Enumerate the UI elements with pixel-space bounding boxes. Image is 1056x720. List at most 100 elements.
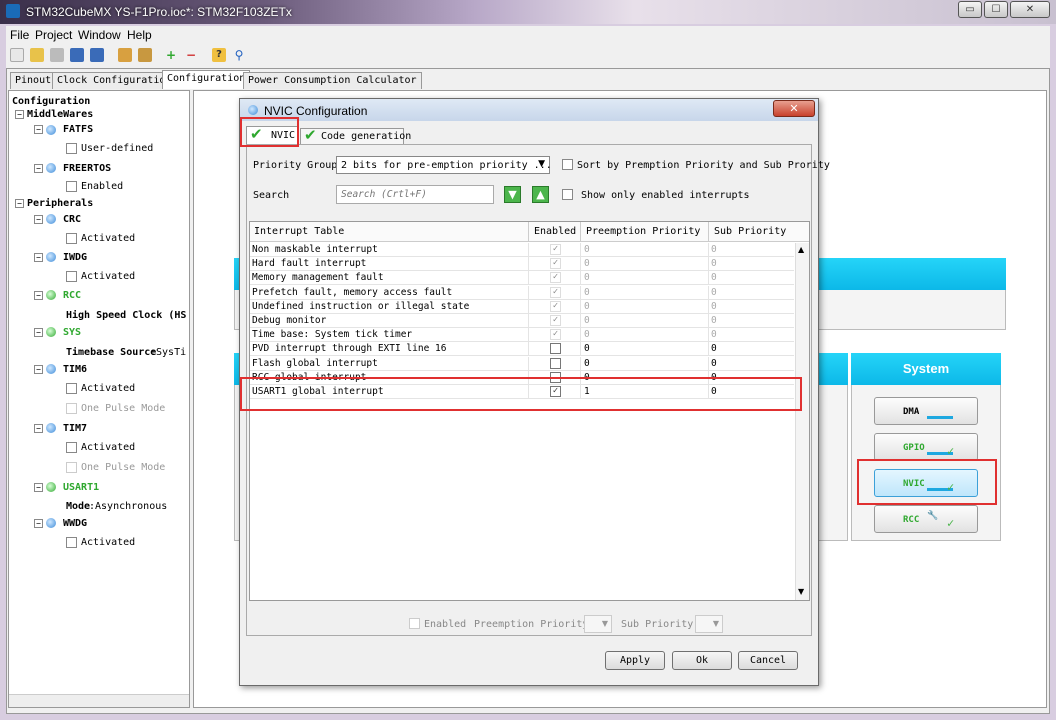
- save-icon[interactable]: [70, 48, 84, 62]
- tree-peripherals[interactable]: Peripherals: [27, 198, 93, 209]
- report-icon[interactable]: [138, 48, 152, 62]
- tree-scrollbar[interactable]: [9, 694, 189, 707]
- menu-window[interactable]: Window: [78, 28, 121, 42]
- tim6-onepulse-checkbox[interactable]: [66, 403, 77, 414]
- tree-usart1[interactable]: USART1: [63, 482, 99, 493]
- row-sub[interactable]: 0: [711, 301, 717, 312]
- gpio-button[interactable]: GPIO ✓: [874, 433, 978, 461]
- collapse-icon[interactable]: −: [34, 125, 43, 134]
- table-row[interactable]: Flash global interrupt 0 0: [250, 356, 794, 371]
- tab-pinout[interactable]: Pinout: [10, 72, 57, 89]
- cancel-button[interactable]: Cancel: [738, 651, 798, 670]
- row-sub[interactable]: 0: [711, 358, 717, 369]
- row-sub[interactable]: 0: [711, 244, 717, 255]
- wwdg-checkbox[interactable]: [66, 537, 77, 548]
- row-sub[interactable]: 0: [711, 315, 717, 326]
- row-preemption[interactable]: 0: [584, 287, 590, 298]
- menu-file[interactable]: File: [10, 28, 29, 42]
- freertos-checkbox[interactable]: [66, 181, 77, 192]
- bottom-preemption-select[interactable]: ▼: [584, 615, 612, 633]
- collapse-icon[interactable]: −: [34, 215, 43, 224]
- table-row[interactable]: Non maskable interrupt ✓ 0 0: [250, 243, 794, 257]
- row-sub[interactable]: 0: [711, 258, 717, 269]
- maximize-button[interactable]: ☐: [984, 1, 1008, 18]
- row-enabled-checkbox[interactable]: ✓: [550, 244, 561, 255]
- tree-wwdg[interactable]: WWDG: [63, 518, 87, 529]
- collapse-icon[interactable]: −: [34, 164, 43, 173]
- tree-crc[interactable]: CRC: [63, 214, 81, 225]
- search-input[interactable]: [336, 185, 494, 204]
- row-preemption[interactable]: 0: [584, 343, 590, 354]
- row-sub[interactable]: 0: [711, 272, 717, 283]
- table-row[interactable]: PVD interrupt through EXTI line 16 0 0: [250, 342, 794, 357]
- collapse-icon[interactable]: −: [34, 424, 43, 433]
- row-sub[interactable]: 0: [711, 343, 717, 354]
- collapse-icon[interactable]: −: [34, 291, 43, 300]
- search-down-icon[interactable]: ▼: [504, 186, 521, 203]
- dialog-close-button[interactable]: ✕: [773, 100, 815, 117]
- tree-rcc[interactable]: RCC: [63, 290, 81, 301]
- dma-button[interactable]: DMA: [874, 397, 978, 425]
- menu-help[interactable]: Help: [127, 28, 152, 42]
- tab-power-consumption[interactable]: Power Consumption Calculator: [243, 72, 422, 89]
- priority-group-select[interactable]: 2 bits for pre-emption priority ... ▼: [336, 156, 552, 174]
- collapse-icon[interactable]: −: [15, 199, 24, 208]
- collapse-icon[interactable]: −: [34, 365, 43, 374]
- collapse-icon[interactable]: −: [34, 519, 43, 528]
- table-row[interactable]: Undefined instruction or illegal state ✓ 0…: [250, 299, 794, 314]
- row-enabled-checkbox[interactable]: ✓: [550, 286, 561, 298]
- table-scrollbar[interactable]: ▲ ▼: [795, 243, 809, 600]
- tab-clock-configuration[interactable]: Clock Configuration: [52, 72, 177, 89]
- bottom-sub-select[interactable]: ▼: [695, 615, 723, 633]
- tree-tim7[interactable]: TIM7: [63, 423, 87, 434]
- generate-code-icon[interactable]: [118, 48, 132, 62]
- tree-tim6[interactable]: TIM6: [63, 364, 87, 375]
- search-up-icon[interactable]: ▲: [532, 186, 549, 203]
- collapse-icon[interactable]: −: [34, 253, 43, 262]
- zoom-out-icon[interactable]: −: [184, 48, 198, 62]
- tree-sys[interactable]: SYS: [63, 327, 81, 338]
- row-enabled-checkbox[interactable]: ✓: [550, 300, 561, 312]
- table-row[interactable]: Hard fault interrupt ✓ 0 0: [250, 257, 794, 272]
- table-row[interactable]: Memory management fault ✓ 0 0: [250, 271, 794, 286]
- tab-configuration[interactable]: Configuration: [162, 70, 251, 89]
- fatfs-checkbox[interactable]: [66, 143, 77, 154]
- table-row[interactable]: Time base: System tick timer ✓ 0 0: [250, 328, 794, 343]
- scroll-up-icon[interactable]: ▲: [798, 245, 804, 254]
- collapse-icon[interactable]: −: [15, 110, 24, 119]
- row-enabled-checkbox[interactable]: ✓: [550, 272, 561, 284]
- tree-middlewares[interactable]: MiddleWares: [27, 109, 93, 120]
- tim7-checkbox[interactable]: [66, 442, 77, 453]
- tree-iwdg[interactable]: IWDG: [63, 252, 87, 263]
- row-enabled-checkbox[interactable]: ✓: [550, 315, 561, 326]
- tree-fatfs[interactable]: FATFS: [63, 124, 93, 135]
- close-button[interactable]: ✕: [1010, 1, 1050, 18]
- help-icon[interactable]: ?: [212, 48, 226, 62]
- row-enabled-checkbox[interactable]: ✓: [550, 258, 561, 270]
- row-preemption[interactable]: 0: [584, 258, 590, 269]
- row-enabled-checkbox[interactable]: [550, 343, 561, 355]
- table-row[interactable]: Debug monitor ✓ 0 0: [250, 314, 794, 328]
- row-enabled-checkbox[interactable]: [550, 357, 561, 369]
- row-preemption[interactable]: 0: [584, 244, 590, 255]
- sort-checkbox[interactable]: [562, 159, 573, 170]
- tab-code-generation[interactable]: ✔ Code generation: [300, 126, 411, 144]
- menu-project[interactable]: Project: [35, 28, 72, 42]
- crc-checkbox[interactable]: [66, 233, 77, 244]
- row-preemption[interactable]: 0: [584, 301, 590, 312]
- minimize-button[interactable]: ▭: [958, 1, 982, 18]
- row-sub[interactable]: 0: [711, 287, 717, 298]
- row-preemption[interactable]: 0: [584, 272, 590, 283]
- row-sub[interactable]: 0: [711, 329, 717, 340]
- collapse-icon[interactable]: −: [34, 483, 43, 492]
- row-enabled-checkbox[interactable]: ✓: [550, 329, 561, 341]
- tim6-checkbox[interactable]: [66, 383, 77, 394]
- ok-button[interactable]: Ok: [672, 651, 732, 670]
- iwdg-checkbox[interactable]: [66, 271, 77, 282]
- row-preemption[interactable]: 0: [584, 315, 590, 326]
- table-row[interactable]: Prefetch fault, memory access fault ✓ 0 0: [250, 285, 794, 300]
- apply-button[interactable]: Apply: [605, 651, 665, 670]
- search-icon[interactable]: ⚲: [232, 48, 246, 62]
- copy-icon[interactable]: [50, 48, 64, 62]
- save-all-icon[interactable]: [90, 48, 104, 62]
